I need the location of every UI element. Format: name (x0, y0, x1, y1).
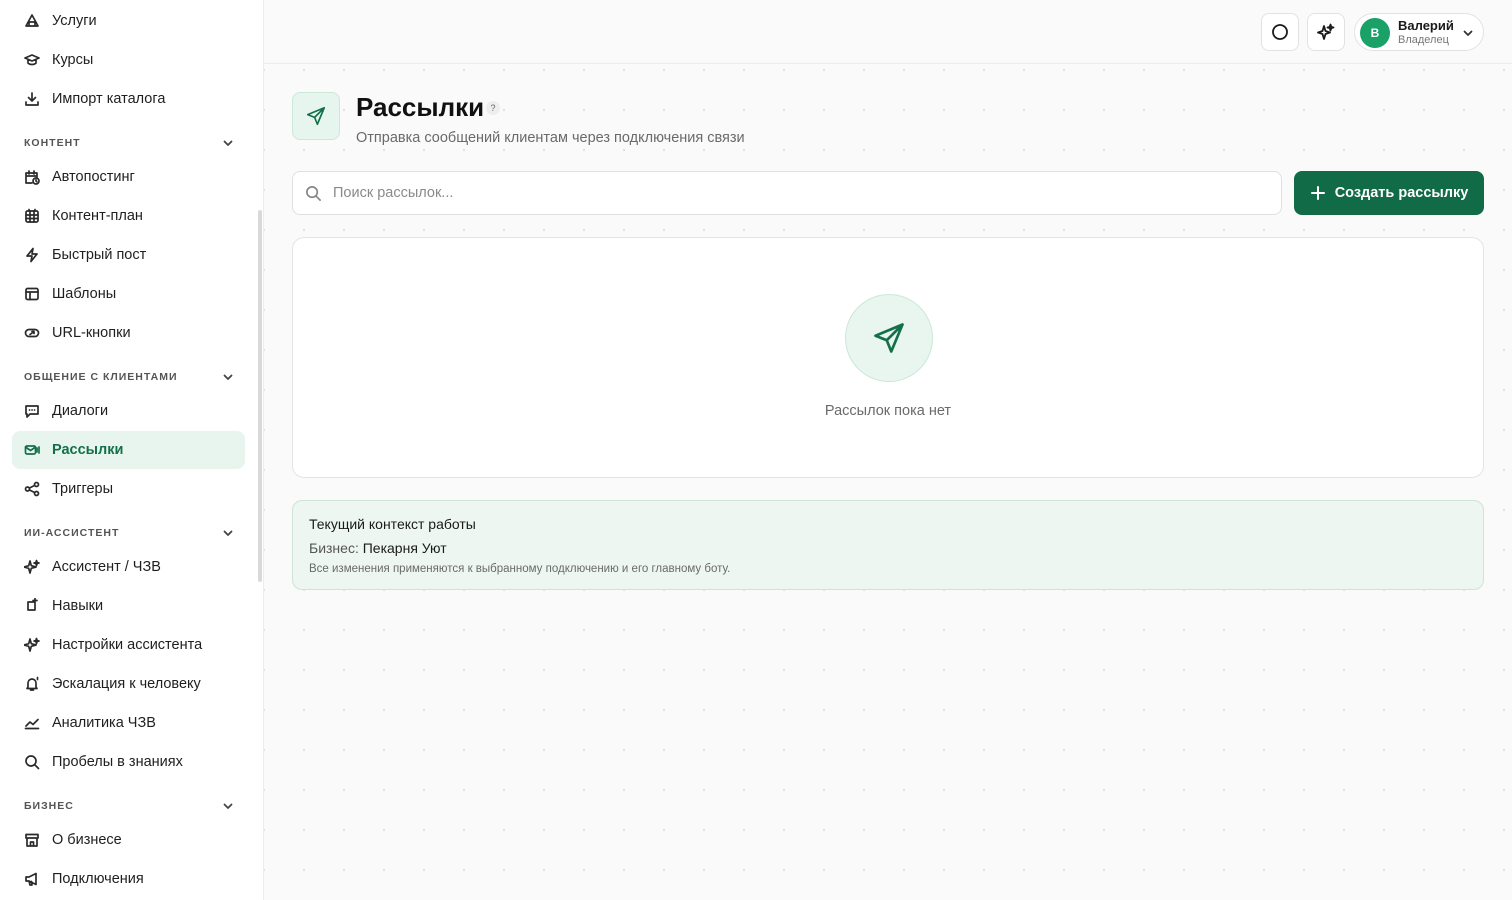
sidebar-item-url-buttons[interactable]: URL-кнопки (12, 314, 245, 352)
chevron-down-icon (1463, 30, 1473, 36)
context-note: Все изменения применяются к выбранному п… (309, 563, 731, 575)
sidebar-item-label: URL-кнопки (52, 325, 131, 341)
business-name: Пекарня Уют (362, 540, 447, 556)
sidebar-item-triggers[interactable]: Триггеры (12, 470, 245, 508)
send-icon (306, 106, 326, 126)
sidebar-item-label: Курсы (52, 52, 94, 68)
page-subtitle: Отправка сообщений клиентам через подклю… (356, 130, 745, 146)
ai-button[interactable] (1307, 13, 1345, 51)
context-business: Бизнес: Пекарня Уют (309, 540, 447, 556)
template-icon (24, 286, 40, 302)
message-icon (24, 403, 40, 419)
sidebar-item-label: Автопостинг (52, 169, 135, 185)
sidebar-item-label: Диалоги (52, 403, 109, 419)
sidebar-item-skills[interactable]: Навыки (12, 587, 245, 625)
business-label: Бизнес: (309, 540, 359, 556)
work-context-card: Текущий контекст работы Бизнес: Пекарня … (292, 500, 1484, 590)
user-menu[interactable]: В Валерий Владелец (1354, 13, 1484, 51)
sidebar-item-escalation[interactable]: Эскалация к человеку (12, 665, 245, 703)
user-role: Владелец (1398, 34, 1449, 46)
skill-icon (24, 598, 40, 614)
search-input[interactable] (333, 172, 1263, 214)
sidebar-item-autoposting[interactable]: Автопостинг (12, 158, 245, 196)
sidebar: Услуги Курсы Импорт каталога КОНТЕНТ Авт… (0, 0, 264, 900)
context-title: Текущий контекст работы (309, 516, 476, 532)
sidebar-item-label: Быстрый пост (52, 247, 147, 263)
sidebar-item-assistant-faq[interactable]: Ассистент / ЧЗВ (12, 548, 245, 586)
trend-icon (24, 715, 40, 731)
search-field[interactable] (292, 171, 1282, 215)
sidebar-item-label: Шаблоны (52, 286, 117, 302)
mail-send-icon (24, 442, 40, 458)
store-icon (24, 832, 40, 848)
search-icon (24, 754, 40, 770)
chevron-down-icon (223, 803, 233, 809)
download-icon (24, 91, 40, 107)
sidebar-item-label: Эскалация к человеку (52, 676, 201, 692)
sidebar-item-content-plan[interactable]: Контент-план (12, 197, 245, 235)
sidebar-item-knowledge-gaps[interactable]: Пробелы в знаниях (12, 743, 245, 781)
graduation-cap-icon (24, 52, 40, 68)
sidebar-item-label: Ассистент / ЧЗВ (52, 559, 161, 575)
sidebar-item-import-catalog[interactable]: Импорт каталога (12, 80, 245, 118)
sidebar-item-templates[interactable]: Шаблоны (12, 275, 245, 313)
sidebar-item-mailings[interactable]: Рассылки (12, 431, 245, 469)
sidebar-item-faq-analytics[interactable]: Аналитика ЧЗВ (12, 704, 245, 742)
sparkles-icon (24, 637, 40, 653)
sidebar-item-label: Услуги (52, 13, 97, 29)
sidebar-item-label: Рассылки (52, 442, 124, 458)
services-icon (24, 13, 40, 29)
calendar-clock-icon (24, 169, 40, 185)
sidebar-item-about-business[interactable]: О бизнесе (12, 821, 245, 859)
main-content: В Валерий Владелец Рассылки ? Отправка с… (264, 0, 1512, 900)
bell-icon (24, 676, 40, 692)
sidebar-item-assistant-settings[interactable]: Настройки ассистента (12, 626, 245, 664)
search-icon (306, 186, 321, 201)
link-button-icon (24, 325, 40, 341)
sidebar-scrollbar[interactable] (258, 210, 262, 582)
avatar: В (1360, 18, 1390, 48)
sidebar-item-label: Навыки (52, 598, 104, 614)
share-nodes-icon (24, 481, 40, 497)
send-icon (874, 323, 904, 353)
sidebar-item-connections[interactable]: Подключения (12, 860, 245, 898)
section-business[interactable]: БИЗНЕС (24, 798, 234, 814)
plus-icon (1310, 186, 1325, 200)
user-name: Валерий (1398, 18, 1454, 33)
empty-state-text: Рассылок пока нет (824, 403, 952, 419)
sidebar-item-label: Пробелы в знаниях (52, 754, 183, 770)
sidebar-item-label: Настройки ассистента (52, 637, 203, 653)
create-mailing-button[interactable]: Создать рассылку (1294, 171, 1484, 215)
page-title: Рассылки (356, 92, 485, 122)
sidebar-item-label: Аналитика ЧЗВ (52, 715, 156, 731)
sidebar-item-quick-post[interactable]: Быстрый пост (12, 236, 245, 274)
chevron-down-icon (223, 374, 233, 380)
sidebar-item-courses[interactable]: Курсы (12, 41, 245, 79)
sidebar-item-label: Импорт каталога (52, 91, 166, 107)
mailings-list-empty: Рассылок пока нет (292, 237, 1484, 478)
empty-state-icon (845, 294, 933, 382)
sidebar-item-services[interactable]: Услуги (12, 2, 245, 40)
section-client-communication[interactable]: ОБЩЕНИЕ С КЛИЕНТАМИ (24, 369, 234, 385)
theme-toggle-button[interactable] (1261, 13, 1299, 51)
sidebar-item-label: О бизнесе (52, 832, 122, 848)
lightning-icon (24, 247, 40, 263)
megaphone-icon (24, 871, 40, 887)
sidebar-item-dialogs[interactable]: Диалоги (12, 392, 245, 430)
create-mailing-label: Создать рассылку (1334, 185, 1469, 201)
sparkles-icon (24, 559, 40, 575)
sidebar-item-label: Контент-план (52, 208, 143, 224)
topbar: В Валерий Владелец (264, 0, 1512, 64)
chevron-down-icon (223, 140, 233, 146)
help-icon[interactable]: ? (486, 101, 500, 115)
sparkles-icon (1317, 23, 1335, 40)
grid-calendar-icon (24, 208, 40, 224)
sidebar-item-label: Подключения (52, 871, 144, 887)
chevron-down-icon (223, 530, 233, 536)
page-title-icon (292, 92, 340, 140)
section-content[interactable]: КОНТЕНТ (24, 135, 234, 151)
section-ai-assistant[interactable]: ИИ-АССИСТЕНТ (24, 525, 234, 541)
sidebar-item-label: Триггеры (52, 481, 114, 497)
circle-icon (1272, 24, 1288, 40)
